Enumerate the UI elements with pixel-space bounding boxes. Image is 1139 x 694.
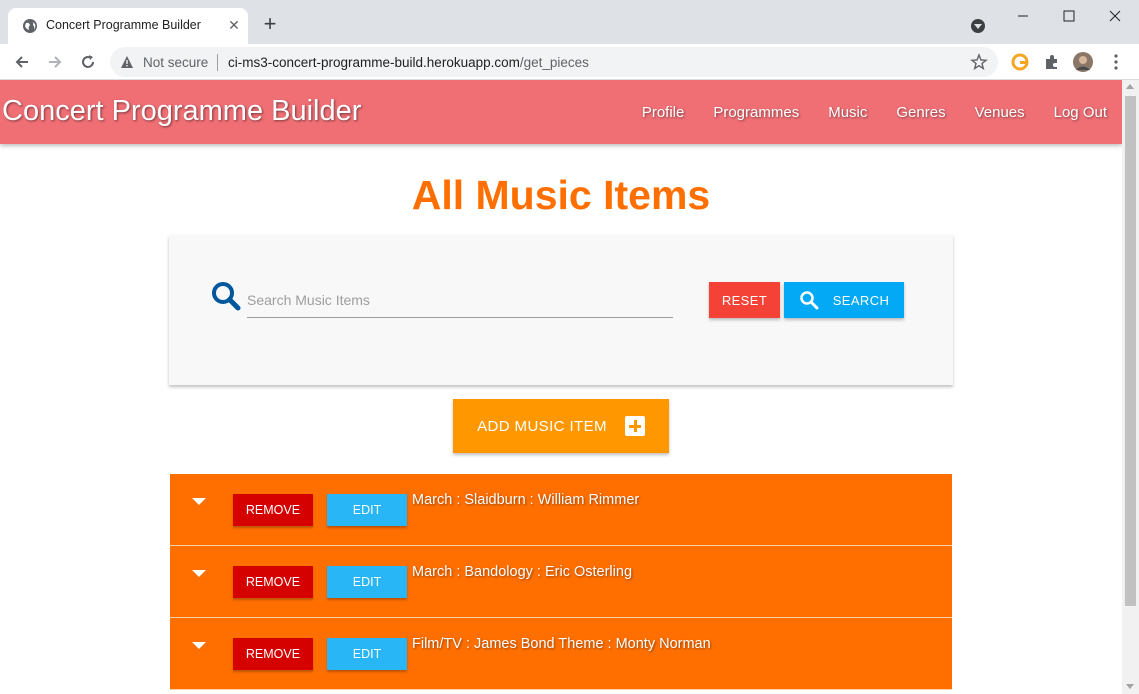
- add-music-item-label: ADD MUSIC ITEM: [477, 417, 607, 435]
- browser-tab[interactable]: Concert Programme Builder ✕: [8, 8, 248, 44]
- tab-search-icon[interactable]: [971, 19, 985, 33]
- extensions-puzzle-icon[interactable]: [1042, 52, 1062, 72]
- minimize-icon[interactable]: [1013, 6, 1033, 26]
- nav-link-profile[interactable]: Profile: [642, 104, 685, 121]
- browser-toolbar: Not secure ci-ms3-concert-programme-buil…: [0, 44, 1139, 80]
- nav-link-log-out[interactable]: Log Out: [1054, 104, 1107, 121]
- remove-button[interactable]: REMOVE: [233, 494, 313, 526]
- list-item[interactable]: REMOVE EDIT March : Bandology : Eric Ost…: [170, 546, 952, 618]
- nav-link-programmes[interactable]: Programmes: [713, 104, 799, 121]
- nav-link-venues[interactable]: Venues: [975, 104, 1025, 121]
- search-card: RESET SEARCH: [169, 235, 953, 385]
- add-music-item-button[interactable]: ADD MUSIC ITEM: [453, 399, 669, 453]
- item-title: March : Bandology : Eric Osterling: [412, 564, 633, 580]
- scroll-up-arrow-icon[interactable]: [1126, 84, 1134, 89]
- scroll-down-arrow-icon[interactable]: [1126, 684, 1134, 689]
- browser-tab-strip: Concert Programme Builder ✕ +: [0, 0, 1139, 44]
- bookmark-star-icon[interactable]: [970, 53, 988, 71]
- warning-icon: [121, 56, 133, 68]
- nav-link-music[interactable]: Music: [828, 104, 867, 121]
- maximize-icon[interactable]: [1059, 6, 1079, 26]
- scrollbar-thumb[interactable]: [1125, 96, 1136, 606]
- url-text: ci-ms3-concert-programme-build.herokuapp…: [228, 55, 589, 70]
- remove-button[interactable]: REMOVE: [233, 638, 313, 670]
- page-title: All Music Items: [411, 172, 711, 218]
- search-button[interactable]: SEARCH: [784, 282, 904, 318]
- page-scrollbar[interactable]: [1122, 80, 1139, 694]
- close-window-icon[interactable]: [1105, 6, 1125, 26]
- grammarly-extension-icon[interactable]: [1010, 52, 1030, 72]
- list-item[interactable]: REMOVE EDIT March : Slaidburn : William …: [170, 474, 952, 546]
- reload-icon[interactable]: [78, 52, 98, 72]
- url-path: /get_pieces: [519, 55, 589, 70]
- item-title: March : Slaidburn : William Rimmer: [412, 492, 640, 508]
- globe-icon: [23, 19, 37, 33]
- tab-close-icon[interactable]: ✕: [226, 17, 242, 33]
- edit-button[interactable]: EDIT: [327, 638, 407, 670]
- forward-arrow-icon[interactable]: [45, 52, 65, 72]
- music-items-list: REMOVE EDIT March : Slaidburn : William …: [170, 474, 952, 690]
- expand-caret-icon[interactable]: [192, 642, 206, 650]
- reset-button[interactable]: RESET: [709, 282, 780, 318]
- expand-caret-icon[interactable]: [192, 570, 206, 578]
- browser-menu-icon[interactable]: [1106, 52, 1126, 72]
- edit-button[interactable]: EDIT: [327, 566, 407, 598]
- page-viewport: Concert Programme Builder Profile Progra…: [0, 80, 1122, 694]
- list-item[interactable]: REMOVE EDIT Film/TV : James Bond Theme :…: [170, 618, 952, 690]
- address-bar[interactable]: Not secure ci-ms3-concert-programme-buil…: [110, 47, 998, 77]
- search-input[interactable]: [247, 282, 673, 318]
- search-button-label: SEARCH: [832, 292, 890, 308]
- omnibox-divider: [217, 54, 218, 71]
- new-tab-button[interactable]: +: [260, 13, 280, 35]
- item-title: Film/TV : James Bond Theme : Monty Norma…: [412, 636, 711, 652]
- search-icon: [212, 282, 241, 311]
- nav-link-genres[interactable]: Genres: [896, 104, 945, 121]
- search-button-icon: [799, 291, 819, 310]
- site-navbar: Concert Programme Builder Profile Progra…: [0, 80, 1122, 144]
- profile-avatar-icon[interactable]: [1073, 52, 1093, 72]
- not-secure-label: Not secure: [143, 55, 209, 70]
- back-arrow-icon[interactable]: [12, 52, 32, 72]
- tab-title: Concert Programme Builder: [46, 18, 201, 32]
- url-host: ci-ms3-concert-programme-build.herokuapp…: [228, 55, 520, 70]
- edit-button[interactable]: EDIT: [327, 494, 407, 526]
- expand-caret-icon[interactable]: [192, 498, 206, 506]
- site-brand[interactable]: Concert Programme Builder: [2, 95, 361, 128]
- plus-icon: [624, 416, 645, 436]
- remove-button[interactable]: REMOVE: [233, 566, 313, 598]
- nav-links: Profile Programmes Music Genres Venues L…: [613, 104, 1107, 121]
